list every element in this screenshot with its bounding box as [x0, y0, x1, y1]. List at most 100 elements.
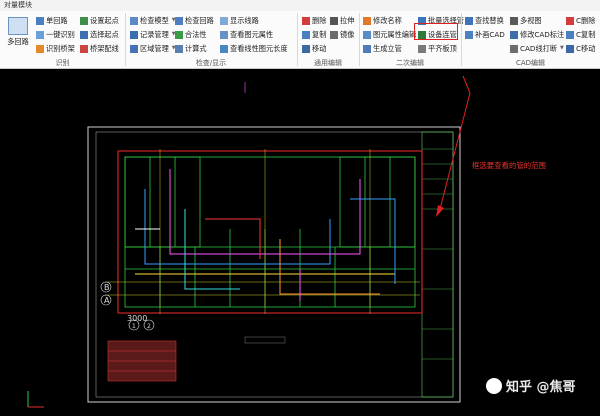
c-move-icon	[566, 44, 574, 53]
cad-drawing-canvas[interactable]: B A 3000 1 2 框选要查看的管的范围 知乎 @焦哥	[0, 69, 600, 414]
set-start-button[interactable]: 设置起点	[80, 15, 119, 26]
delete-label: 删除	[312, 16, 327, 25]
batch-select-highlight-box	[414, 23, 458, 40]
stretch-icon	[330, 16, 338, 25]
cad-break-label: CAD线打断	[520, 44, 558, 53]
validity-button[interactable]: 合法性	[175, 29, 207, 40]
mirror-button[interactable]: 镜像	[330, 29, 354, 40]
record-mgmt-label: 记录管理	[140, 30, 169, 39]
view-length-label: 查看线性图元长度	[230, 44, 288, 53]
single-loop-button[interactable]: 单回路	[36, 15, 68, 26]
riser-icon	[363, 44, 371, 53]
check-loop-label: 检查回路	[185, 16, 214, 25]
c-delete-label: C删除	[576, 16, 596, 25]
floor-plan-drawing: B A 3000 1 2	[27, 75, 471, 408]
check-loop-icon	[175, 16, 183, 25]
c-copy-button[interactable]: C复制	[566, 29, 595, 40]
one-click-identify-button[interactable]: 一键识别	[36, 29, 75, 40]
multi-view-icon	[510, 16, 518, 25]
check-loop-button[interactable]: 检查回路	[175, 15, 214, 26]
view-props-label: 查看图元属性	[230, 30, 274, 39]
multi-loop-button[interactable]: 多回路	[6, 17, 30, 47]
prop-edit-icon	[363, 30, 371, 39]
dimension-label: 3000	[127, 314, 147, 323]
multi-view-button[interactable]: 多视图	[510, 15, 542, 26]
check-model-label: 检查模型	[140, 16, 169, 25]
multi-view-label: 多视图	[520, 16, 542, 25]
mirror-icon	[330, 30, 338, 39]
find-replace-icon	[465, 16, 473, 25]
copy-icon	[302, 30, 310, 39]
drawing-caption-box	[244, 336, 286, 344]
multi-loop-label: 多回路	[7, 37, 29, 46]
axis-grid-lines	[105, 149, 420, 314]
area-mgmt-button[interactable]: 区域管理 ▼	[130, 43, 176, 54]
flat-top-button[interactable]: 平齐板顶	[418, 43, 457, 54]
validity-label: 合法性	[185, 30, 207, 39]
record-mgmt-button[interactable]: 记录管理 ▼	[130, 29, 176, 40]
group-label-common: 通用编辑	[314, 59, 342, 67]
c-delete-icon	[566, 16, 574, 25]
flat-top-icon	[418, 44, 426, 53]
select-start-button[interactable]: 选择起点	[80, 29, 119, 40]
gen-riser-button[interactable]: 生成立管	[363, 43, 402, 54]
watermark: 知乎 @焦哥	[486, 376, 576, 395]
bridge-wiring-button[interactable]: 桥架配线	[80, 43, 119, 54]
move-icon	[302, 44, 310, 53]
prop-edit-button[interactable]: 图元属性编辑	[363, 29, 416, 40]
stretch-label: 拉伸	[340, 16, 355, 25]
check-model-button[interactable]: 检查模型 ▼	[130, 15, 176, 26]
show-lines-button[interactable]: 显示线路	[220, 15, 259, 26]
title-block-lines	[422, 148, 453, 360]
title-block	[421, 131, 454, 398]
one-click-label: 一键识别	[46, 30, 75, 39]
axis-label-a: A	[104, 296, 110, 305]
copy-label: 复制	[312, 30, 327, 39]
rename-button[interactable]: 修改名称	[363, 15, 402, 26]
annotation-arrow-line	[439, 92, 471, 210]
cad-break-icon	[510, 44, 518, 53]
delete-button[interactable]: 删除	[302, 15, 326, 26]
move-button[interactable]: 移动	[302, 43, 326, 54]
select-start-label: 选择起点	[90, 30, 119, 39]
c-copy-icon	[566, 30, 574, 39]
group-label-cad: CAD编辑	[515, 59, 546, 67]
check-model-icon	[130, 16, 138, 25]
set-start-label: 设置起点	[90, 16, 119, 25]
delete-icon	[302, 16, 310, 25]
annotation-text: 框选要查看的管的范围	[472, 161, 546, 170]
rename-label: 修改名称	[373, 16, 402, 25]
axis-number-2: 2	[147, 323, 151, 330]
find-replace-button[interactable]: 查找替换	[465, 15, 504, 26]
area-icon	[130, 44, 138, 53]
patch-cad-button[interactable]: 补画CAD	[465, 29, 505, 40]
stretch-button[interactable]: 拉伸	[330, 15, 354, 26]
identify-bridge-label: 识别桥架	[46, 44, 75, 53]
copy-button[interactable]: 复制	[302, 29, 326, 40]
calculator-button[interactable]: 计算式	[175, 43, 207, 54]
edit-cad-label-button[interactable]: 修改CAD标注	[510, 29, 564, 40]
c-move-button[interactable]: C移动	[566, 43, 595, 54]
bridge-icon	[36, 44, 44, 53]
c-copy-label: C复制	[576, 30, 596, 39]
annotation-arrow-head	[436, 205, 444, 217]
move-label: 移动	[312, 44, 327, 53]
annotation-arrow-line-top	[462, 75, 471, 94]
one-click-icon	[36, 30, 44, 39]
view-length-button[interactable]: 查看线性图元长度	[220, 43, 288, 54]
single-loop-label: 单回路	[46, 16, 68, 25]
axis-number-1: 1	[132, 323, 136, 330]
find-replace-label: 查找替换	[475, 16, 504, 25]
selection-range-box	[117, 150, 423, 314]
view-props-button[interactable]: 查看图元属性	[220, 29, 273, 40]
c-delete-button[interactable]: C删除	[566, 15, 595, 26]
length-icon	[220, 44, 228, 53]
watermark-text: 知乎 @焦哥	[506, 380, 576, 395]
cad-break-button[interactable]: CAD线打断 ▼	[510, 43, 564, 54]
single-loop-icon	[36, 16, 44, 25]
view-props-icon	[220, 30, 228, 39]
zhihu-logo-icon	[486, 377, 502, 394]
patch-cad-label: 补画CAD	[475, 30, 505, 39]
identify-bridge-button[interactable]: 识别桥架	[36, 43, 75, 54]
c-move-label: C移动	[576, 44, 596, 53]
